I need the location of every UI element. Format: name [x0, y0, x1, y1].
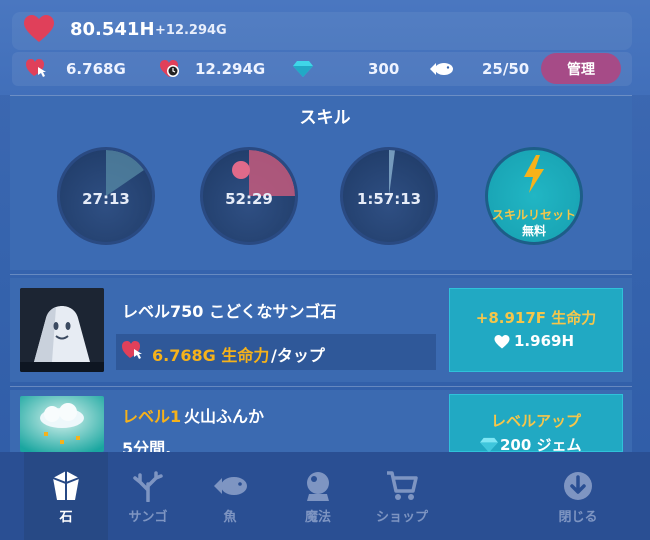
skill-timer-1: 27:13 [82, 190, 130, 208]
cart-icon [387, 471, 418, 500]
stone-icon [52, 471, 80, 500]
item-2-name: 火山ふんか [184, 407, 265, 426]
white-heart-icon [494, 334, 510, 349]
item-1-button-cost: 1.969H [514, 332, 574, 350]
item-1-desc-suffix: /タップ [271, 346, 325, 365]
tab-fish[interactable]: 魚 [188, 452, 272, 540]
skill-timer-3: 1:57:13 [356, 190, 422, 208]
tab-magic-label: 魔法 [304, 510, 331, 525]
tab-fish-label: 魚 [223, 510, 237, 525]
item-2-button-label: レベルアップ [490, 412, 581, 430]
item-1-desc-value: 6.768G 生命力 [152, 346, 270, 365]
item-1-title: レベル750 こどくなサンゴ石 [122, 302, 337, 321]
fish-count-icon [428, 60, 454, 78]
tap-value: 6.768G [66, 60, 126, 78]
lightning-icon [522, 155, 546, 193]
fish-count: 25/50 [482, 60, 530, 78]
tab-shop[interactable]: ショップ [360, 452, 444, 540]
volcano-thumbnail [20, 396, 104, 452]
skills-title: スキル [299, 108, 351, 128]
skill-timer-2: 52:29 [225, 190, 273, 208]
tab-coral[interactable]: サンゴ [106, 452, 190, 540]
tab-magic[interactable]: 魔法 [276, 452, 360, 540]
crystal-ball-icon [307, 472, 329, 501]
tab-shop-label: ショップ [375, 510, 428, 525]
items-divider [10, 386, 632, 387]
item-2-gem-icon [480, 437, 498, 453]
idle-value: 12.294G [195, 60, 266, 78]
tab-coral-label: サンゴ [128, 510, 168, 525]
skill-reset-cost: 無料 [521, 224, 546, 238]
gem-icon [293, 60, 313, 78]
skill-reset-label: スキルリセット [491, 208, 576, 222]
tab-close[interactable]: 閉じる [536, 452, 620, 540]
skills-divider [10, 274, 632, 275]
manage-button[interactable]: 管理 [541, 53, 621, 84]
item-1-button-gain: +8.917F 生命力 [475, 309, 597, 327]
tap-heart-icon-small [122, 340, 146, 362]
item-1-upgrade-button[interactable] [449, 288, 623, 372]
main-life-rate: +12.294G [155, 23, 227, 38]
tab-stone[interactable]: 石 [24, 452, 108, 540]
tab-close-label: 閉じる [558, 510, 598, 525]
idle-heart-icon [160, 58, 182, 80]
coral-stone-thumbnail [20, 288, 104, 372]
item-2-level: レベル1 [122, 407, 182, 426]
coral-icon [133, 471, 163, 502]
tap-heart-icon [26, 58, 48, 80]
close-down-icon [564, 472, 592, 500]
tab-stone-label: 石 [59, 510, 73, 525]
gem-count: 300 [368, 60, 400, 78]
fish-icon [214, 477, 247, 495]
main-life-value: 80.541H [70, 19, 155, 40]
heart-icon [24, 15, 54, 43]
